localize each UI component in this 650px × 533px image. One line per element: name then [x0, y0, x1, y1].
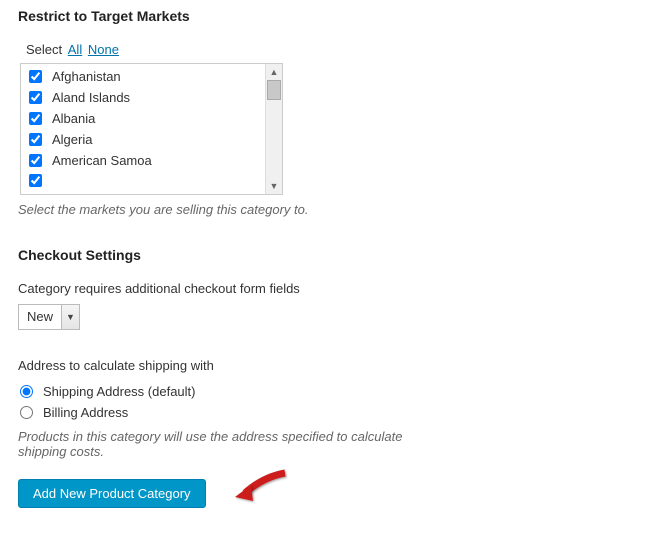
- chevron-down-icon: ▼: [61, 305, 79, 329]
- market-checkbox[interactable]: [29, 112, 42, 125]
- annotation-arrow-icon: [233, 467, 293, 507]
- scrollbar[interactable]: ▲ ▼: [265, 64, 282, 194]
- market-item[interactable]: American Samoa: [21, 150, 265, 171]
- markets-help-text: Select the markets you are selling this …: [18, 202, 632, 217]
- form-fields-label: Category requires additional checkout fo…: [18, 281, 632, 296]
- address-help-text: Products in this category will use the a…: [18, 429, 438, 459]
- select-none-link[interactable]: None: [88, 42, 119, 57]
- address-label: Address to calculate shipping with: [18, 358, 632, 373]
- add-new-product-category-button[interactable]: Add New Product Category: [18, 479, 206, 508]
- select-label: Select: [26, 42, 62, 57]
- market-item[interactable]: Afghanistan: [21, 66, 265, 87]
- checkout-settings-heading: Checkout Settings: [18, 247, 632, 263]
- address-radio-row[interactable]: Billing Address: [18, 402, 632, 423]
- address-radio-row[interactable]: Shipping Address (default): [18, 381, 632, 402]
- restrict-markets-heading: Restrict to Target Markets: [18, 8, 632, 24]
- market-item[interactable]: Aland Islands: [21, 87, 265, 108]
- market-checkbox[interactable]: [29, 154, 42, 167]
- form-fields-select[interactable]: New ▼: [18, 304, 80, 330]
- market-label: Afghanistan: [52, 69, 121, 84]
- address-radio-label: Shipping Address (default): [43, 384, 195, 399]
- market-checkbox[interactable]: [29, 70, 42, 83]
- market-label: Algeria: [52, 132, 92, 147]
- scroll-down-icon[interactable]: ▼: [266, 178, 282, 194]
- form-fields-value: New: [19, 305, 61, 329]
- market-item[interactable]: Algeria: [21, 129, 265, 150]
- market-label: Aland Islands: [52, 90, 130, 105]
- scroll-up-icon[interactable]: ▲: [266, 64, 282, 80]
- scroll-thumb[interactable]: [267, 80, 281, 100]
- select-all-link[interactable]: All: [68, 42, 82, 57]
- address-radio[interactable]: [20, 406, 33, 419]
- address-radio[interactable]: [20, 385, 33, 398]
- market-item[interactable]: [21, 171, 265, 190]
- markets-listbox[interactable]: Afghanistan Aland Islands Albania Algeria Am…: [20, 63, 283, 195]
- market-item[interactable]: Albania: [21, 108, 265, 129]
- market-checkbox[interactable]: [29, 174, 42, 187]
- address-radio-label: Billing Address: [43, 405, 128, 420]
- market-label: American Samoa: [52, 153, 152, 168]
- market-checkbox[interactable]: [29, 91, 42, 104]
- market-label: Albania: [52, 111, 95, 126]
- market-checkbox[interactable]: [29, 133, 42, 146]
